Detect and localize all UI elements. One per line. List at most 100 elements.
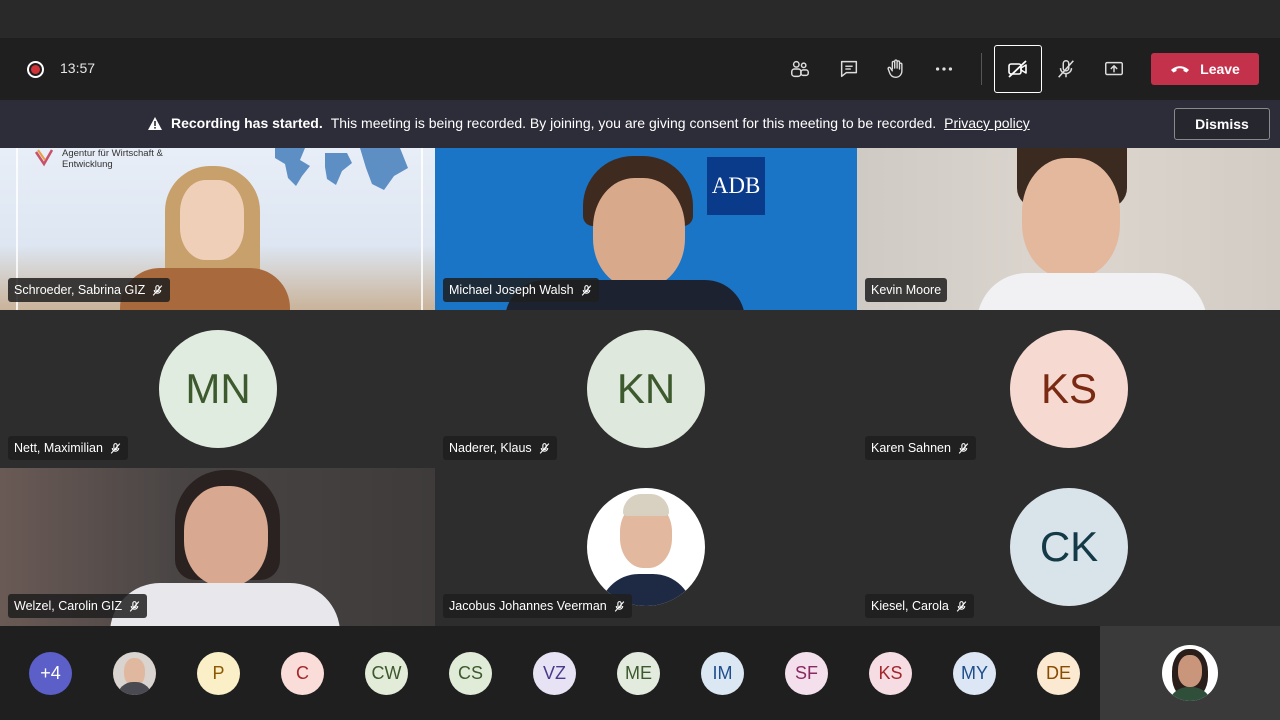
participant-tile[interactable]: ADB Michael Joseph Walsh (435, 148, 857, 310)
participant-name: Nett, Maximilian (14, 441, 103, 455)
roster-avatar[interactable]: ME (617, 652, 660, 695)
roster-avatar[interactable]: MY (953, 652, 996, 695)
participant-name: Schroeder, Sabrina GIZ (14, 283, 146, 297)
leave-label: Leave (1200, 61, 1240, 77)
person-face (593, 178, 685, 288)
dismiss-button[interactable]: Dismiss (1174, 108, 1270, 140)
participant-name: Kevin Moore (871, 283, 942, 297)
roster-photo-body (117, 682, 152, 695)
toolbar-divider (981, 53, 982, 85)
privacy-policy-link[interactable]: Privacy policy (944, 115, 1030, 131)
participant-name: Naderer, Klaus (449, 441, 532, 455)
roster-initials: C (296, 663, 309, 683)
participant-tile[interactable]: Agentur für Wirtschaft & Entwicklung Sch… (0, 148, 435, 310)
roster-initials: MY (961, 663, 988, 683)
participant-name: Kiesel, Carola (871, 599, 949, 613)
participant-name: Karen Sahnen (871, 441, 951, 455)
participant-tile[interactable]: CK Kiesel, Carola (857, 468, 1280, 626)
banner-text: This meeting is being recorded. By joini… (330, 115, 937, 131)
mic-muted-icon (153, 284, 163, 296)
roster-initials: P (212, 663, 225, 683)
roster-initials: CS (457, 663, 483, 683)
roster-avatar[interactable]: CS (449, 652, 492, 695)
avatar-initials: KN (616, 365, 676, 412)
participant-tile[interactable]: MN Nett, Maximilian (0, 310, 435, 468)
roster-initials: IM (712, 663, 733, 683)
mic-muted-icon (129, 600, 140, 612)
roster-avatar[interactable]: +4 (29, 652, 72, 695)
roster-initials: SF (794, 663, 818, 683)
banner-message: Recording has started. This meeting is b… (147, 115, 1030, 131)
leave-button[interactable]: Leave (1151, 53, 1259, 85)
participant-name: Jacobus Johannes Veerman (449, 599, 607, 613)
participant-nametag: Welzel, Carolin GIZ (8, 594, 148, 618)
camera-toggle-button[interactable] (994, 45, 1042, 93)
banner-title: Recording has started. (171, 115, 323, 131)
title-strip (0, 0, 1280, 38)
participant-nametag: Jacobus Johannes Veerman (443, 594, 632, 618)
participant-nametag: Michael Joseph Walsh (443, 278, 599, 302)
roster-initials: DE (1045, 663, 1071, 683)
meeting-toolbar: 13:57 Leave (0, 38, 1280, 100)
roster-avatar[interactable]: KS (869, 652, 912, 695)
mic-muted-icon (956, 600, 967, 612)
share-screen-button[interactable] (1097, 52, 1131, 86)
roster-avatar[interactable]: VZ (533, 652, 576, 695)
recording-banner: Recording has started. This meeting is b… (0, 100, 1280, 148)
avatar-initials: MN (185, 365, 251, 412)
photo-hair (623, 494, 669, 516)
participant-avatar: KS (1010, 330, 1128, 448)
backdrop-sign-text: Agentur für Wirtschaft & Entwicklung (62, 148, 163, 170)
participant-tile[interactable]: KN Naderer, Klaus (435, 310, 857, 468)
roster-avatar[interactable]: IM (701, 652, 744, 695)
participant-nametag: Karen Sahnen (865, 436, 976, 460)
mic-muted-icon (614, 600, 624, 612)
roster-avatar[interactable]: DE (1037, 652, 1080, 695)
participant-nametag: Schroeder, Sabrina GIZ (8, 278, 171, 302)
roster-initials: ME (625, 663, 652, 683)
participant-nametag: Nett, Maximilian (8, 436, 128, 460)
roster-initials: +4 (40, 663, 61, 683)
participant-name: Michael Joseph Walsh (449, 283, 574, 297)
roster-avatar[interactable]: CW (365, 652, 408, 695)
participant-roster-strip: +4 P C CW CS VZ ME IM SF KS MY DE (0, 626, 1100, 720)
warning-icon (148, 116, 162, 130)
person-face (1022, 158, 1120, 278)
participant-avatar: CK (1010, 488, 1128, 606)
hand-icon (887, 59, 903, 78)
person-body (977, 273, 1207, 310)
share-icon (1105, 61, 1123, 76)
mic-muted-icon (110, 442, 121, 454)
org-logo-icon (34, 149, 54, 167)
frame-edge (421, 148, 423, 310)
chat-icon (840, 60, 858, 78)
teams-meeting-window: 13:57 Leave Recording has started. This … (0, 0, 1280, 720)
participant-nametag: Kiesel, Carola (865, 594, 974, 618)
mic-off-icon (1058, 60, 1074, 78)
more-icon (935, 67, 953, 71)
microphone-toggle-button[interactable] (1049, 52, 1083, 86)
roster-avatar[interactable]: C (281, 652, 324, 695)
participant-tile[interactable]: Kevin Moore (857, 148, 1280, 310)
avatar-initials: KS (1040, 365, 1098, 412)
self-avatar (1162, 645, 1218, 701)
person-face (184, 486, 268, 586)
raise-hand-button[interactable] (879, 52, 913, 86)
participant-photo (587, 488, 705, 606)
participant-tile[interactable]: Welzel, Carolin GIZ (0, 468, 435, 626)
roster-avatar[interactable]: SF (785, 652, 828, 695)
roster-photo-avatar[interactable] (113, 652, 156, 695)
avatar-initials: CK (1039, 523, 1099, 570)
chat-button[interactable] (832, 52, 866, 86)
roster-avatar[interactable]: P (197, 652, 240, 695)
people-icon (791, 60, 809, 78)
self-face (1178, 655, 1202, 687)
camera-off-icon (1008, 60, 1027, 78)
participant-tile[interactable]: Jacobus Johannes Veerman (435, 468, 857, 626)
participants-button[interactable] (783, 52, 817, 86)
self-view[interactable] (1100, 626, 1280, 720)
world-map-graphic (275, 148, 408, 190)
participant-tile[interactable]: KS Karen Sahnen (857, 310, 1280, 468)
mic-muted-icon (581, 284, 591, 296)
more-options-button[interactable] (927, 52, 961, 86)
